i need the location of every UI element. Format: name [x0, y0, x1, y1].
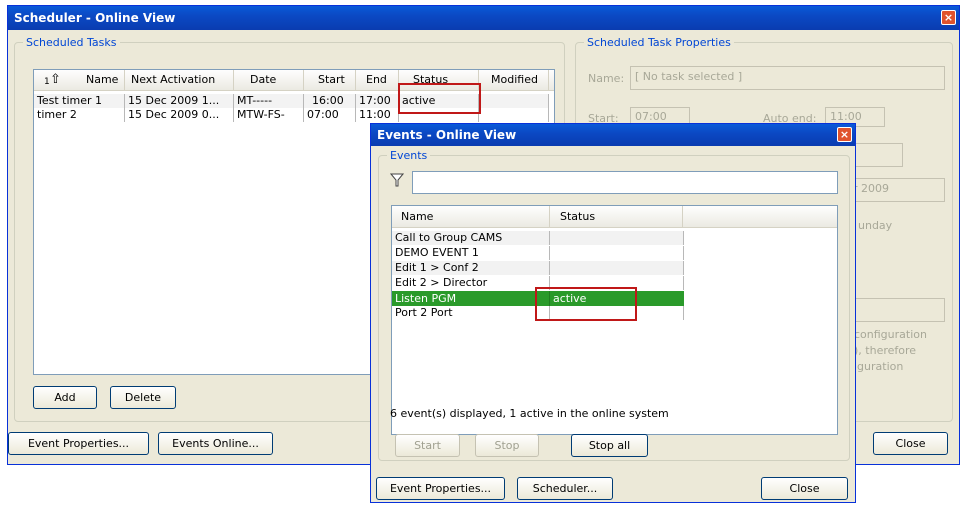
col-header-start[interactable]: Start	[304, 70, 356, 90]
events-event-properties-button[interactable]: Event Properties...	[376, 477, 505, 500]
events-legend: Events	[390, 149, 428, 162]
delete-button[interactable]: Delete	[110, 386, 176, 409]
row-start: 07:00	[304, 108, 356, 122]
task-properties-legend: Scheduled Task Properties	[587, 36, 731, 49]
props-note-line1: configuration	[854, 328, 927, 341]
row-start: 16:00	[304, 94, 356, 108]
filter-icon	[389, 173, 405, 190]
col-header-date[interactable]: Date	[234, 70, 304, 90]
col-next-label: Next Activation	[131, 73, 216, 86]
scheduler-button[interactable]: Scheduler...	[517, 477, 613, 500]
row-next: 15 Dec 2009 0...	[125, 108, 234, 122]
scheduler-close-button[interactable]: Close	[873, 432, 948, 455]
row-name: timer 2	[34, 108, 125, 122]
events-col-name-label: Name	[401, 210, 434, 223]
col-header-modified[interactable]: Modified	[479, 70, 549, 90]
event-properties-button[interactable]: Event Properties...	[8, 432, 149, 455]
event-name: Edit 2 > Director	[392, 276, 550, 290]
col-header-next-activation[interactable]: Next Activation	[125, 70, 234, 90]
col-start-label: Start	[318, 73, 345, 86]
add-button[interactable]: Add	[33, 386, 97, 409]
row-modified	[479, 108, 549, 122]
events-online-button[interactable]: Events Online...	[158, 432, 273, 455]
row-modified	[479, 94, 549, 108]
col-date-label: Date	[250, 73, 277, 86]
status-highlight-box	[398, 83, 481, 114]
events-close-icon[interactable]: ×	[837, 127, 852, 142]
event-status	[550, 261, 684, 275]
event-name: Port 2 Port	[392, 306, 550, 320]
events-col-status-label: Status	[560, 210, 596, 223]
events-col-name[interactable]: Name	[392, 206, 550, 227]
props-weeks-field	[848, 143, 903, 167]
events-col-status[interactable]: Status	[550, 206, 683, 227]
events-summary: 6 event(s) displayed, 1 active in the on…	[390, 407, 669, 420]
row-date: MTW-FS-	[234, 108, 304, 122]
stop-button[interactable]: Stop	[475, 434, 539, 457]
props-year-field: r 2009	[848, 178, 945, 202]
event-status	[550, 231, 684, 245]
event-status	[550, 246, 684, 260]
event-name: Listen PGM	[392, 291, 550, 306]
scheduler-close-icon[interactable]: ×	[941, 10, 956, 25]
sort-indicator: 1	[44, 77, 50, 87]
start-button[interactable]: Start	[395, 434, 460, 457]
sort-up-arrow-icon: ⇧	[50, 72, 61, 87]
list-item[interactable]: DEMO EVENT 1	[392, 246, 684, 260]
event-name: Call to Group CAMS	[392, 231, 550, 245]
col-header-name[interactable]: 1 ⇧ Name	[34, 70, 125, 90]
col-end-label: End	[366, 73, 387, 86]
event-name: DEMO EVENT 1	[392, 246, 550, 260]
scheduler-titlebar[interactable]: Scheduler - Online View	[8, 6, 959, 30]
row-end: 11:00	[356, 108, 399, 122]
col-name-label: Name	[86, 73, 119, 86]
event-name: Edit 1 > Conf 2	[392, 261, 550, 275]
scheduled-tasks-legend: Scheduled Tasks	[26, 36, 117, 49]
list-item[interactable]: Edit 1 > Conf 2	[392, 261, 684, 275]
filter-input[interactable]	[412, 171, 838, 194]
list-item[interactable]: Call to Group CAMS	[392, 231, 684, 245]
props-note-line3: iguration	[854, 360, 904, 373]
events-title: Events - Online View	[377, 128, 517, 142]
props-dropdown-field	[848, 298, 945, 322]
row-name: Test timer 1	[34, 94, 125, 108]
props-note-line2: ), therefore	[854, 344, 917, 357]
props-name-field: [ No task selected ]	[630, 66, 945, 90]
events-close-button[interactable]: Close	[761, 477, 848, 500]
row-date: MT-----	[234, 94, 304, 108]
scheduler-title: Scheduler - Online View	[14, 11, 176, 25]
events-window: Events - Online View × Events Name Statu…	[370, 123, 856, 503]
active-highlight-box	[535, 287, 637, 321]
props-name-label: Name:	[588, 72, 625, 85]
events-titlebar[interactable]: Events - Online View	[371, 124, 855, 146]
row-end: 17:00	[356, 94, 399, 108]
col-header-end[interactable]: End	[356, 70, 399, 90]
props-day-text: unday	[858, 219, 893, 232]
col-modified-label: Modified	[491, 73, 538, 86]
stop-all-button[interactable]: Stop all	[571, 434, 648, 457]
row-next: 15 Dec 2009 1...	[125, 94, 234, 108]
